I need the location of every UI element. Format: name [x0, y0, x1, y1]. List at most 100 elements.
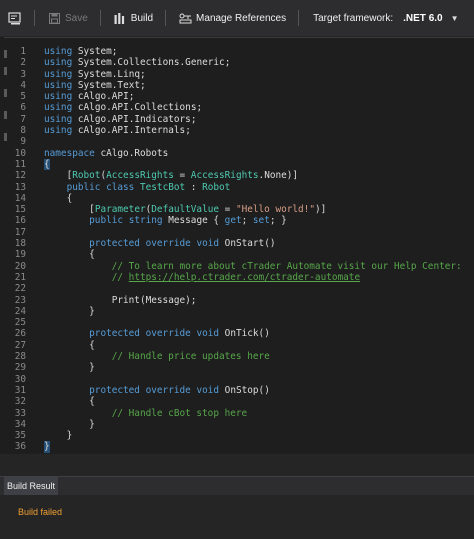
line-number: 20 — [14, 260, 26, 272]
target-framework-value: .NET 6.0 — [403, 12, 443, 24]
line-number: 22 — [14, 283, 26, 295]
code-line: 14 { — [4, 193, 470, 204]
code-line: 7 using cAlgo.API.Indicators; — [4, 114, 470, 125]
code-text: // To learn more about cTrader Automate … — [111, 260, 462, 272]
code-line: 10 namespace cAlgo.Robots — [4, 148, 470, 159]
code-line: 1 using System; — [4, 46, 470, 57]
code-line: 30 — [4, 374, 470, 385]
code-text: protected override void OnTick() — [89, 328, 270, 340]
build-icon — [113, 11, 127, 25]
toolbar-separator — [34, 10, 35, 26]
line-number: 27 — [14, 339, 26, 351]
line-number: 28 — [14, 351, 26, 363]
code-line: 35 } — [4, 430, 470, 441]
line-number: 34 — [14, 418, 26, 430]
save-button[interactable]: Save — [41, 0, 94, 36]
code-text: using cAlgo.API.Collections; — [44, 102, 203, 114]
code-text: using cAlgo.API.Indicators; — [44, 113, 197, 125]
code-text: { — [44, 249, 95, 261]
code-text: protected override void OnStart() — [89, 238, 276, 250]
code-line: 19 { — [4, 249, 470, 260]
build-status-text: Build failed — [18, 507, 63, 517]
code-line: 20 // To learn more about cTrader Automa… — [4, 261, 470, 272]
code-line: 16 public string Message { get; set; } — [4, 215, 470, 226]
code-text: { — [44, 158, 50, 171]
code-text: public string Message { get; set; } — [89, 215, 287, 227]
line-number: 4 — [20, 79, 26, 91]
code-line: 17 — [4, 227, 470, 238]
code-line: 24 } — [4, 306, 470, 317]
code-text: { — [44, 192, 73, 204]
code-line: 13 public class TestcBot : Robot — [4, 182, 470, 193]
save-icon — [47, 11, 61, 25]
line-number: 6 — [20, 102, 26, 114]
code-text: { — [44, 339, 95, 351]
code-text: // https://help.ctrader.com/ctrader-auto… — [111, 271, 361, 283]
line-number: 35 — [14, 430, 26, 442]
line-number: 2 — [20, 57, 26, 69]
line-number: 21 — [14, 271, 26, 283]
line-number: 5 — [20, 91, 26, 103]
line-number: 36 — [14, 441, 26, 453]
line-number: 26 — [14, 328, 26, 340]
line-number: 33 — [14, 407, 26, 419]
code-line: 25 — [4, 317, 470, 328]
code-text: } — [44, 418, 95, 430]
code-line: 33 // Handle cBot stop here — [4, 408, 470, 419]
code-text: using System.Linq; — [44, 68, 146, 80]
code-line: 32 { — [4, 396, 470, 407]
line-number: 17 — [14, 226, 26, 238]
save-label: Save — [65, 12, 88, 24]
toolbar-separator — [165, 10, 167, 26]
code-text: } — [44, 362, 95, 374]
chevron-down-icon: ▼ — [450, 13, 459, 23]
build-result-body: Build failed — [0, 495, 474, 539]
code-text: using System.Text; — [44, 79, 146, 91]
toolbar-separator — [99, 10, 101, 26]
code-editor[interactable]: 1 using System; 2 using System.Collections.… — [4, 37, 474, 454]
editor-bottom-strip — [0, 454, 474, 476]
line-number: 9 — [20, 136, 26, 148]
code-text: using System.Collections.Generic; — [44, 57, 231, 69]
line-number: 13 — [14, 181, 26, 193]
line-number: 31 — [14, 384, 26, 396]
line-number: 11 — [14, 158, 26, 170]
code-line: 29 } — [4, 362, 470, 373]
manage-references-label: Manage References — [196, 12, 287, 24]
code-line: 11 { — [4, 158, 470, 171]
toolbar-separator — [298, 10, 300, 26]
target-framework-label: Target framework: — [313, 12, 394, 24]
tab-build-result[interactable]: Build Result — [4, 477, 58, 495]
code-line: 3 using System.Linq; — [4, 69, 470, 80]
code-line: 15 [Parameter(DefaultValue = "Hello worl… — [4, 204, 470, 215]
code-text: [Parameter(DefaultValue = "Hello world!"… — [44, 204, 327, 216]
line-number: 32 — [14, 396, 26, 408]
line-number: 19 — [14, 249, 26, 261]
line-number: 10 — [14, 147, 26, 159]
code-line: 23 Print(Message); — [4, 295, 470, 306]
panel-toggle-button[interactable] — [0, 0, 28, 36]
code-line: 22 — [4, 283, 470, 294]
code-line: 12 [Robot(AccessRights = AccessRights.No… — [4, 170, 470, 181]
code-text: using cAlgo.API; — [44, 91, 135, 103]
code-text: // Handle cBot stop here — [111, 407, 248, 419]
build-result-panel: Build Result Build failed — [0, 476, 474, 539]
code-line: 31 protected override void OnStop() — [4, 385, 470, 396]
line-number: 25 — [14, 317, 26, 329]
code-line: 6 using cAlgo.API.Collections; — [4, 102, 470, 113]
line-number: 12 — [14, 170, 26, 182]
code-line: 4 using System.Text; — [4, 80, 470, 91]
code-text: public class TestcBot : Robot — [66, 181, 231, 193]
code-line: 5 using cAlgo.API; — [4, 91, 470, 102]
target-framework-dropdown[interactable]: .NET 6.0 ▼ — [403, 13, 458, 24]
line-number: 8 — [20, 125, 26, 137]
line-number: 3 — [20, 68, 26, 80]
code-text: using cAlgo.API.Internals; — [44, 125, 191, 137]
code-line: 27 { — [4, 340, 470, 351]
code-text: // Handle price updates here — [111, 351, 270, 363]
manage-references-button[interactable]: Manage References — [172, 0, 292, 36]
line-number: 18 — [14, 238, 26, 250]
line-number: 30 — [14, 373, 26, 385]
build-button[interactable]: Build — [107, 0, 159, 36]
line-number: 15 — [14, 204, 26, 216]
